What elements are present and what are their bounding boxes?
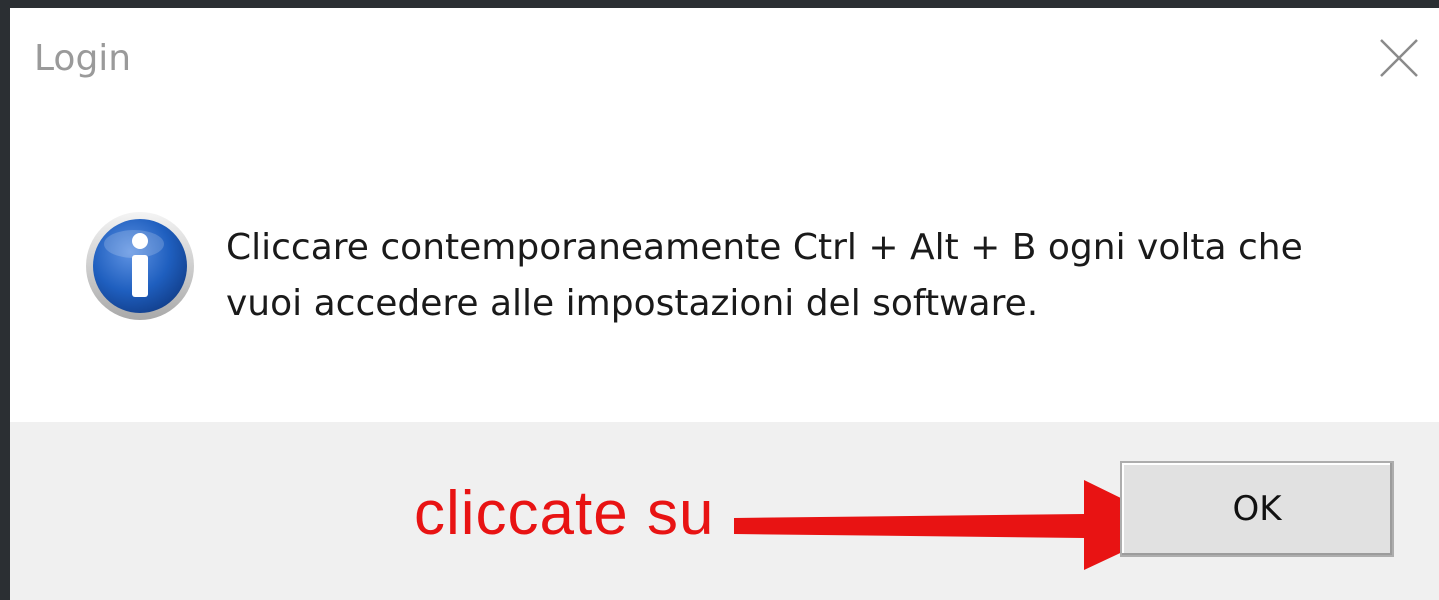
dialog-content: Cliccare contemporaneamente Ctrl + Alt +… <box>10 118 1439 422</box>
title-bar: Login <box>10 8 1439 118</box>
dialog-message: Cliccare contemporaneamente Ctrl + Alt +… <box>226 227 1303 324</box>
arrow-right-icon <box>734 480 1178 570</box>
dialog-footer: cliccate su OK <box>10 422 1439 600</box>
info-icon <box>86 212 194 320</box>
dialog-title: Login <box>34 38 132 79</box>
annotation-text: cliccate su <box>414 479 715 548</box>
close-button[interactable] <box>1369 28 1429 88</box>
ok-button[interactable]: OK <box>1120 461 1394 557</box>
close-icon <box>1380 39 1418 77</box>
login-dialog: Login Cliccare contemporaneamente Ctrl +… <box>10 8 1439 600</box>
